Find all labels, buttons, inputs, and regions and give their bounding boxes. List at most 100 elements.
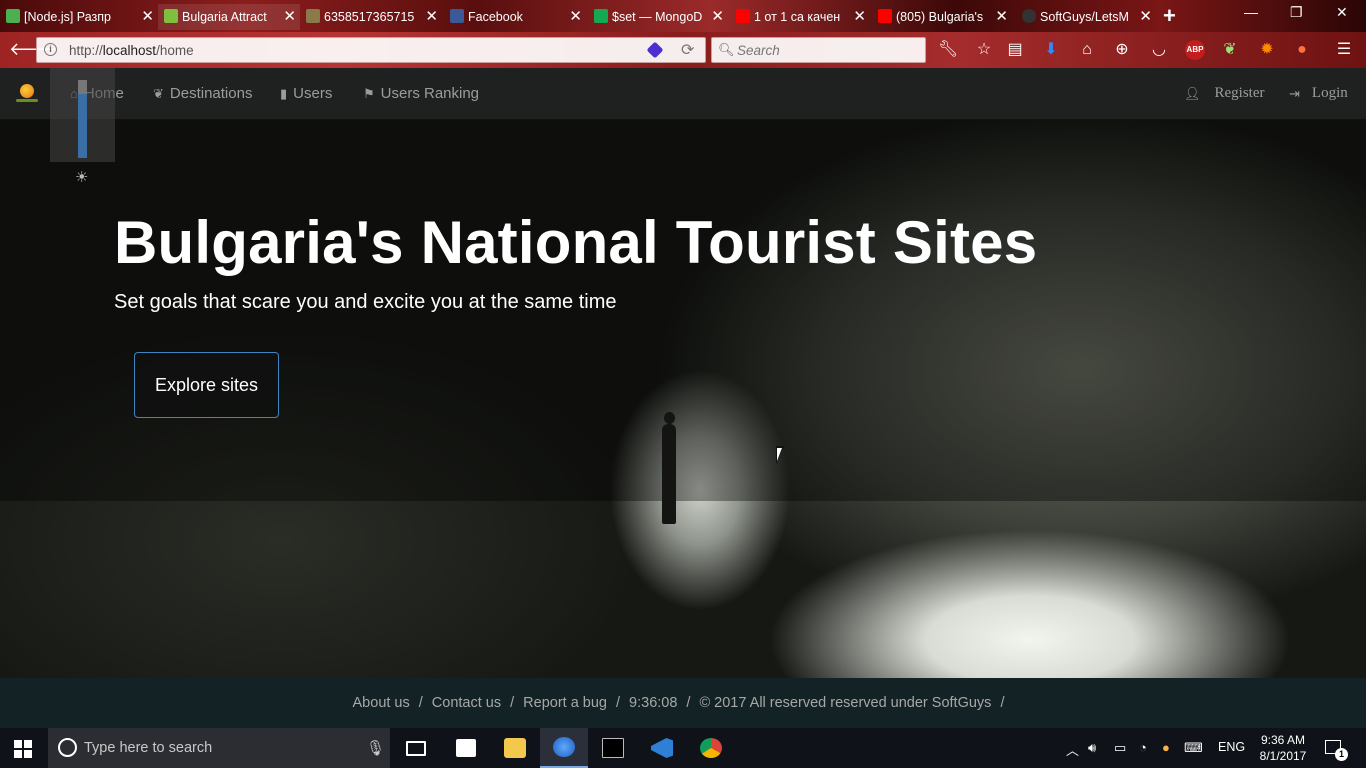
restore-window-icon[interactable]: ❐	[1290, 4, 1303, 21]
browser-tab[interactable]: (805) Bulgaria's ✕	[872, 4, 1012, 30]
close-tab-icon[interactable]: ✕	[569, 7, 582, 25]
clock-date: 8/1/2017	[1259, 749, 1307, 763]
site-navbar: ⌂ Home ❦ Destinations ▮ Users ⚑ Users Ra…	[0, 68, 1366, 120]
url-bar[interactable]: i http://localhost/home ⟳	[36, 37, 706, 63]
keyboard-icon[interactable]: ⌨	[1184, 740, 1203, 756]
reading-list-icon[interactable]: ▤	[1005, 40, 1025, 60]
tab-favicon-icon	[6, 9, 20, 23]
home-icon[interactable]: ⌂	[1077, 40, 1097, 60]
site-logo[interactable]	[14, 82, 40, 106]
chrome-icon[interactable]	[687, 728, 735, 768]
search-bar[interactable]: 🔍︎ Search	[711, 37, 926, 63]
footer-separator: /	[1000, 695, 1005, 711]
site-info-icon[interactable]: i	[44, 43, 57, 56]
tab-title: 1 от 1 са качен	[754, 10, 841, 24]
close-tab-icon[interactable]: ✕	[141, 7, 154, 25]
footer-report-bug-link[interactable]: Report a bug	[523, 695, 607, 711]
duckduckgo-icon[interactable]: ●	[1292, 40, 1312, 60]
flag-icon: ⚑	[363, 85, 375, 101]
tab-title: Facebook	[468, 10, 523, 24]
login-icon: ⇥	[1289, 85, 1300, 101]
volume-icon[interactable]: 🔊︎	[1088, 740, 1096, 756]
wrench-icon[interactable]: 🔧︎	[938, 40, 958, 60]
nav-label: Login	[1311, 85, 1348, 101]
browser-tab[interactable]: SoftGuys/LetsM ✕	[1016, 4, 1156, 30]
hero-subtitle: Set goals that scare you and excite you …	[114, 291, 617, 313]
close-tab-icon[interactable]: ✕	[995, 7, 1008, 25]
nav-login[interactable]: ⇥ Login	[1289, 85, 1348, 102]
sun-addon-icon[interactable]: ✹	[1257, 40, 1277, 60]
browser-tab[interactable]: Facebook ✕	[444, 4, 586, 30]
url-scheme: http://	[69, 43, 103, 58]
nav-label: Destinations	[169, 85, 253, 102]
close-tab-icon[interactable]: ✕	[711, 7, 724, 25]
battery-icon[interactable]: ▭	[1114, 740, 1126, 756]
input-language[interactable]: ENG	[1218, 740, 1245, 754]
file-explorer-icon[interactable]	[491, 728, 539, 768]
taskbar-search-box[interactable]: Type here to search 🎙︎	[48, 728, 390, 768]
footer-contact-link[interactable]: Contact us	[432, 695, 501, 711]
firefox-icon[interactable]	[540, 728, 588, 768]
brightness-slider-knob[interactable]	[78, 80, 87, 94]
cmd-icon[interactable]	[589, 728, 637, 768]
taskbar-clock[interactable]: 9:36 AM 8/1/2017	[1258, 732, 1308, 764]
microphone-icon[interactable]: 🎙︎	[366, 739, 385, 757]
menu-icon[interactable]: ☰	[1334, 40, 1354, 60]
pocket-icon[interactable]: ◡	[1149, 40, 1169, 60]
hero-title: Bulgaria's National Tourist Sites	[114, 209, 1038, 276]
taskbar-search-placeholder: Type here to search	[84, 740, 213, 756]
hiker-silhouette	[662, 412, 676, 524]
footer-clock: 9:36:08	[629, 695, 678, 711]
reload-icon[interactable]: ⟳	[681, 40, 694, 60]
tab-title: $set — MongoD	[612, 10, 702, 24]
github-icon	[1022, 9, 1036, 23]
nav-label: Users	[293, 85, 333, 102]
globe-icon[interactable]: ⊕	[1112, 40, 1132, 60]
tab-favicon-icon	[164, 9, 178, 23]
tray-app-icon[interactable]: ●	[1162, 740, 1170, 755]
tab-title: 63585173657154	[324, 10, 414, 24]
browser-tab-active[interactable]: Bulgaria Attract ✕	[158, 4, 300, 30]
windows-start-icon[interactable]	[14, 740, 32, 758]
store-icon[interactable]	[442, 728, 490, 768]
download-icon[interactable]: ⬇	[1041, 40, 1061, 60]
close-tab-icon[interactable]: ✕	[853, 7, 866, 25]
windows-taskbar: Type here to search 🎙︎ ︿ 🔊︎ ▭ ◔ ● ⌨ ENG …	[0, 728, 1366, 768]
web-page: ⌂ Home ❦ Destinations ▮ Users ⚑ Users Ra…	[0, 68, 1366, 728]
close-tab-icon[interactable]: ✕	[283, 7, 296, 25]
url-path: /home	[156, 43, 194, 58]
nav-register[interactable]: 👤︎ Register	[1184, 85, 1265, 102]
footer-separator: /	[616, 695, 621, 711]
tray-chevron-icon[interactable]: ︿	[1066, 740, 1079, 759]
youtube-icon	[878, 9, 892, 23]
url-text[interactable]: http://localhost/home	[69, 43, 194, 58]
wifi-icon[interactable]: ◔	[1139, 740, 1147, 755]
leaf-icon[interactable]: ❦	[1220, 40, 1240, 60]
adblock-icon[interactable]: ABP	[1185, 40, 1205, 60]
nav-users-ranking[interactable]: ⚑ Users Ranking	[363, 85, 479, 102]
browser-tab[interactable]: [Node.js] Разпр ✕	[0, 4, 158, 30]
minimize-window-icon[interactable]: —	[1244, 4, 1258, 20]
clock-time: 9:36 AM	[1260, 733, 1306, 747]
extension-icon[interactable]	[646, 41, 664, 59]
browser-tab[interactable]: $set — MongoD ✕	[588, 4, 728, 30]
browser-tab[interactable]: 63585173657154 ✕	[300, 4, 442, 30]
new-tab-icon[interactable]: +	[1163, 3, 1176, 29]
brightness-sun-icon: ☀	[75, 169, 89, 186]
nav-users[interactable]: ▮ Users	[280, 85, 332, 102]
footer-separator: /	[418, 695, 423, 711]
close-tab-icon[interactable]: ✕	[1139, 7, 1152, 25]
footer-about-link[interactable]: About us	[353, 695, 410, 711]
site-footer: About us / Contact us / Report a bug / 9:36…	[0, 678, 1366, 728]
nav-destinations[interactable]: ❦ Destinations	[153, 85, 252, 102]
youtube-icon	[736, 9, 750, 23]
browser-tab[interactable]: 1 от 1 са качен ✕	[730, 4, 870, 30]
vscode-icon[interactable]	[638, 728, 686, 768]
close-window-icon[interactable]: ✕	[1336, 4, 1348, 21]
tab-title: Bulgaria Attract	[182, 10, 267, 24]
bookmark-star-icon[interactable]: ☆	[974, 40, 994, 60]
explore-sites-button[interactable]: Explore sites	[134, 352, 279, 418]
task-view-icon[interactable]	[392, 728, 440, 768]
leaf-icon: ❦	[153, 85, 164, 101]
close-tab-icon[interactable]: ✕	[425, 7, 438, 25]
